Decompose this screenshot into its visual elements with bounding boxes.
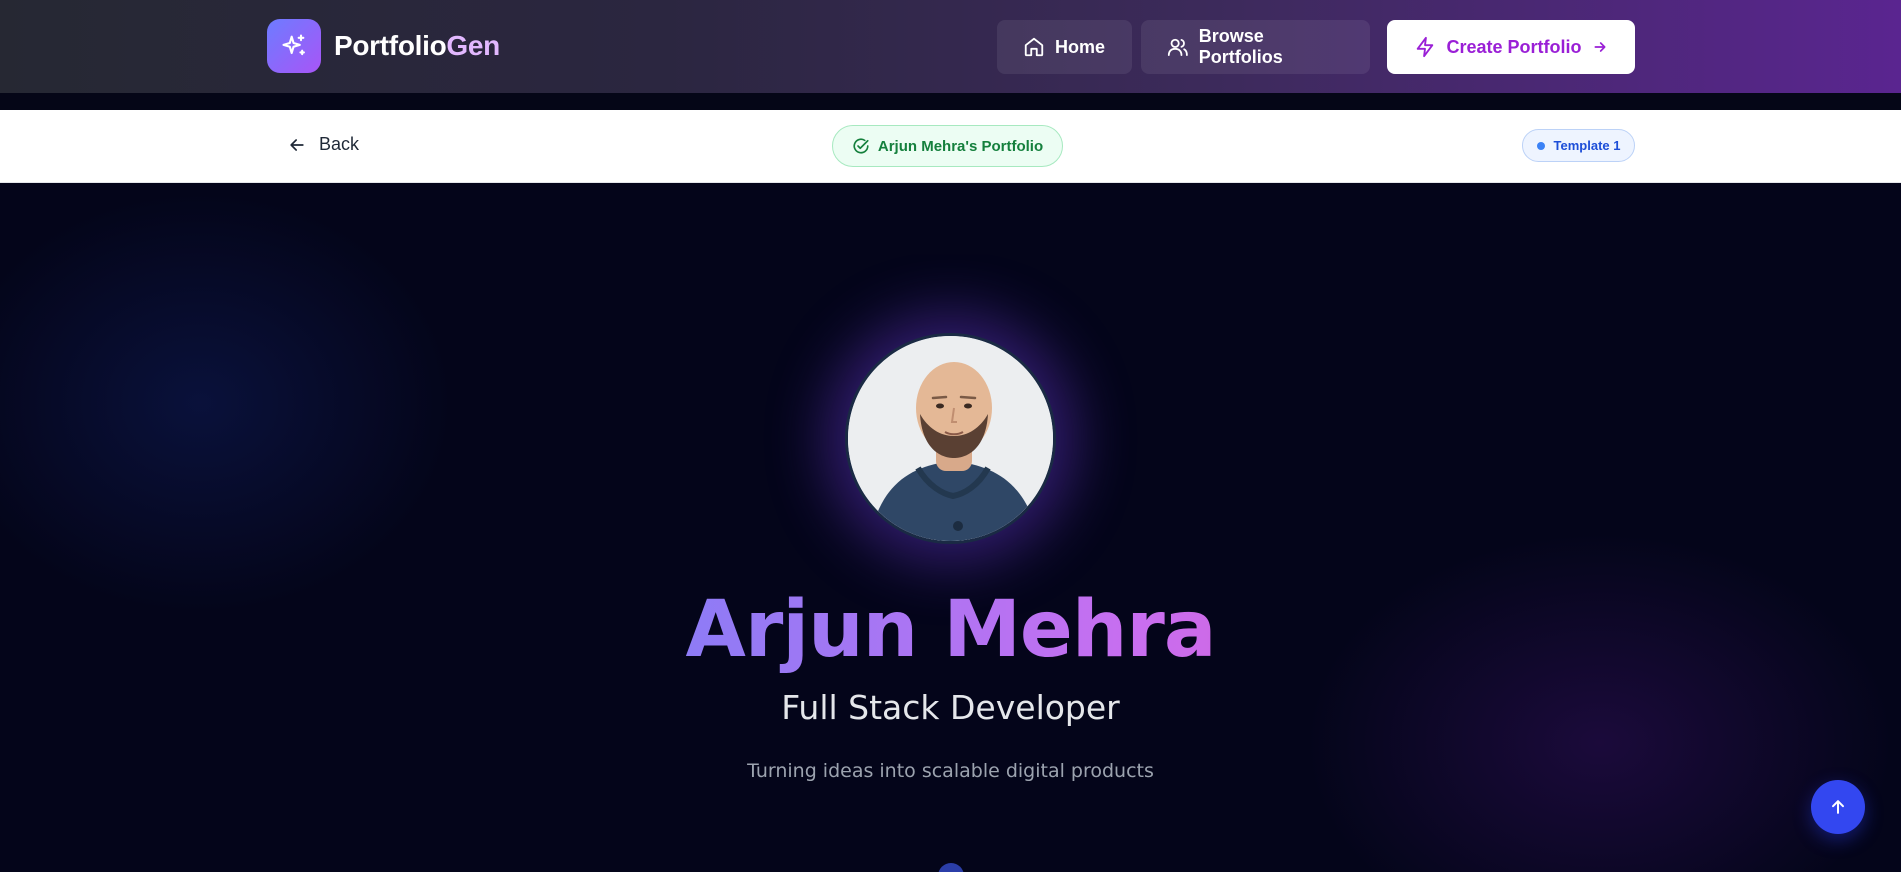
brand[interactable]: PortfolioGen — [267, 19, 500, 73]
home-icon — [1024, 37, 1044, 57]
home-button[interactable]: Home — [997, 20, 1132, 74]
brand-name-main: Portfolio — [334, 30, 447, 61]
arrow-right-icon — [1594, 42, 1606, 52]
portfolio-name-label: Arjun Mehra's Portfolio — [877, 137, 1044, 155]
arrow-up-icon — [1832, 800, 1844, 814]
hero-section: Arjun Mehra Full Stack Developer Turning… — [0, 183, 1901, 872]
portfolio-toolbar: Back Arjun Mehra's Portfolio Template 1 — [0, 110, 1901, 183]
browse-portfolios-button[interactable]: Browse Portfolios — [1141, 20, 1370, 74]
hero-role: Full Stack Developer — [781, 688, 1120, 727]
check-circle-icon — [853, 138, 869, 154]
brand-name: PortfolioGen — [334, 30, 500, 62]
template-label: Template 1 — [1553, 138, 1621, 153]
scroll-to-top-button[interactable] — [1811, 780, 1865, 834]
template-badge: Template 1 — [1522, 129, 1635, 162]
brand-name-accent: Gen — [446, 30, 500, 61]
template-dot-icon — [1536, 141, 1545, 150]
back-label: Back — [319, 134, 360, 154]
arrow-left-icon — [290, 138, 304, 151]
avatar — [845, 333, 1056, 544]
users-icon — [1167, 38, 1188, 57]
home-label: Home — [1055, 36, 1106, 57]
create-label: Create Portfolio — [1446, 36, 1582, 57]
sparkles-icon — [267, 19, 321, 73]
create-portfolio-button[interactable]: Create Portfolio — [1387, 20, 1635, 74]
back-button[interactable]: Back — [287, 134, 359, 155]
browse-label: Browse Portfolios — [1198, 26, 1283, 67]
scroll-indicator[interactable] — [938, 863, 964, 872]
portfolio-status-badge: Arjun Mehra's Portfolio — [832, 125, 1063, 167]
hero-tagline: Turning ideas into scalable digital prod… — [747, 760, 1154, 782]
hero-name: Arjun Mehra — [0, 585, 1901, 675]
lightning-icon — [1417, 36, 1434, 58]
